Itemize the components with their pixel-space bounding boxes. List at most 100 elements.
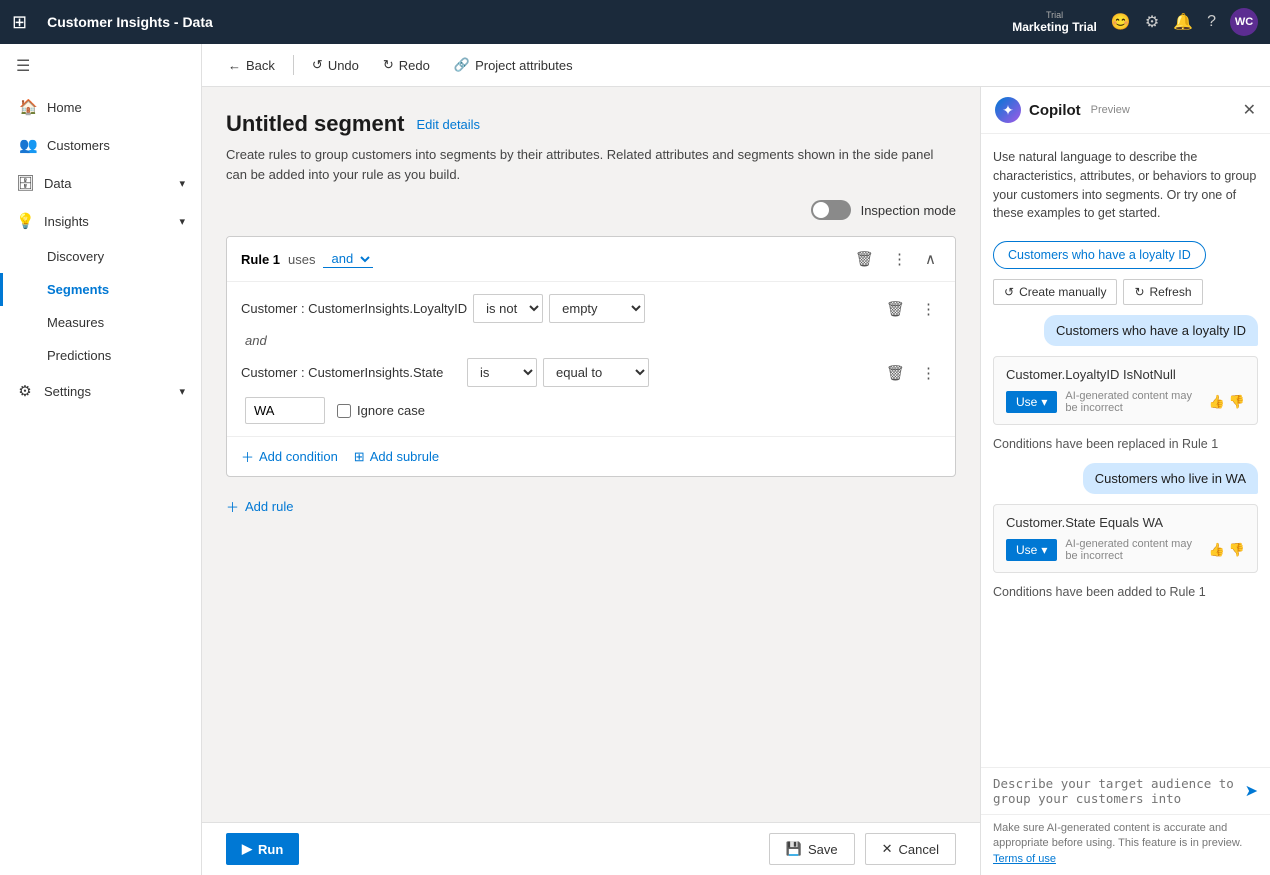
sidebar-item-label: Home bbox=[47, 100, 82, 115]
condition-operator-1[interactable]: is not is bbox=[473, 294, 543, 323]
customers-icon: 👥 bbox=[19, 136, 37, 154]
grid-icon[interactable]: ⊞ bbox=[12, 12, 27, 33]
ignore-case-label: Ignore case bbox=[357, 403, 425, 418]
emoji-icon[interactable]: 😊 bbox=[1111, 12, 1131, 32]
add-rule-icon: ＋ bbox=[226, 497, 239, 516]
condition-value-type-2[interactable]: equal to not equal to bbox=[543, 358, 649, 387]
thumbs-down-button-2[interactable]: 👎 bbox=[1229, 542, 1245, 558]
thumbs-up-button-2[interactable]: 👍 bbox=[1209, 542, 1225, 558]
avatar[interactable]: WC bbox=[1230, 8, 1258, 36]
sidebar-menu-icon[interactable]: ☰ bbox=[0, 44, 201, 88]
condition-more-button-1[interactable]: ⋮ bbox=[916, 297, 941, 321]
sidebar-item-discovery[interactable]: Discovery bbox=[0, 240, 201, 273]
add-subrule-button[interactable]: ⊞ Add subrule bbox=[354, 449, 439, 465]
sidebar-item-insights[interactable]: 💡 Insights ▾ bbox=[0, 202, 201, 240]
condition-more-button-2[interactable]: ⋮ bbox=[916, 361, 941, 385]
edit-details-link[interactable]: Edit details bbox=[416, 117, 480, 132]
sidebar-item-segments[interactable]: Segments bbox=[0, 273, 201, 306]
notification-icon[interactable]: 🔔 bbox=[1173, 12, 1193, 32]
redo-button[interactable]: ↻ Redo bbox=[373, 52, 440, 78]
top-nav: ⊞ Customer Insights - Data Trial Marketi… bbox=[0, 0, 1270, 44]
rule-body: Customer : CustomerInsights.LoyaltyID is… bbox=[227, 282, 955, 436]
trial-badge: Trial Marketing Trial bbox=[1012, 10, 1097, 34]
condition-row-2: Customer : CustomerInsights.State is is … bbox=[241, 358, 941, 387]
sidebar-item-home[interactable]: 🏠 Home bbox=[0, 88, 201, 126]
ignore-case-checkbox[interactable] bbox=[337, 404, 351, 418]
use-button-2[interactable]: Use ▾ bbox=[1006, 539, 1057, 561]
condition-value-1[interactable]: empty not empty bbox=[549, 294, 645, 323]
segments-label: Segments bbox=[47, 282, 109, 297]
project-attributes-button[interactable]: 🔗 Project attributes bbox=[444, 52, 583, 78]
sidebar: ☰ 🏠 Home 👥 Customers 🗄 Data ▾ 💡 Insights… bbox=[0, 44, 202, 875]
copilot-close-button[interactable]: ✕ bbox=[1243, 100, 1256, 120]
redo-icon: ↻ bbox=[383, 57, 394, 73]
condition-operator-2[interactable]: is is not bbox=[467, 358, 537, 387]
rule-box: Rule 1 uses and or 🗑 ⋮ ∧ bbox=[226, 236, 956, 477]
add-subrule-icon: ⊞ bbox=[354, 449, 365, 465]
sidebar-item-label: Settings bbox=[44, 384, 91, 399]
undo-button[interactable]: ↺ Undo bbox=[302, 52, 369, 78]
add-condition-icon: ＋ bbox=[241, 447, 254, 466]
sidebar-item-customers[interactable]: 👥 Customers bbox=[0, 126, 201, 164]
sidebar-item-data[interactable]: 🗄 Data ▾ bbox=[0, 164, 201, 202]
save-icon: 💾 bbox=[786, 841, 802, 857]
copilot-input[interactable] bbox=[993, 776, 1239, 806]
toggle-knob bbox=[813, 202, 829, 218]
chat-user-msg-1: Customers who have a loyalty ID bbox=[1044, 315, 1258, 346]
cancel-button[interactable]: ✕ Cancel bbox=[865, 833, 956, 865]
rule-collapse-button[interactable]: ∧ bbox=[920, 247, 941, 271]
app-title: Customer Insights - Data bbox=[47, 14, 1000, 30]
thumbs-up-button-1[interactable]: 👍 bbox=[1209, 394, 1225, 410]
condition-actions-2: 🗑 ⋮ bbox=[881, 361, 941, 385]
copilot-logo: ✦ bbox=[995, 97, 1021, 123]
condition-delete-button-1[interactable]: 🗑 bbox=[881, 297, 910, 321]
settings-icon: ⚙ bbox=[16, 382, 34, 400]
sidebar-item-settings[interactable]: ⚙ Settings ▾ bbox=[0, 372, 201, 410]
run-button[interactable]: ▶ Run bbox=[226, 833, 299, 865]
add-rule-row: ＋ Add rule bbox=[226, 493, 956, 520]
copilot-disclaimer: Make sure AI-generated content is accura… bbox=[981, 815, 1270, 875]
add-rule-button[interactable]: ＋ Add rule bbox=[226, 493, 293, 520]
copilot-send-button[interactable]: ➤ bbox=[1245, 781, 1258, 801]
rule-more-button[interactable]: ⋮ bbox=[887, 247, 912, 271]
page-title: Untitled segment bbox=[226, 111, 404, 137]
sidebar-item-measures[interactable]: Measures bbox=[0, 306, 201, 339]
rule-delete-button[interactable]: 🗑 bbox=[850, 247, 879, 271]
inspection-mode-toggle[interactable] bbox=[811, 200, 851, 220]
condition-delete-button-2[interactable]: 🗑 bbox=[881, 361, 910, 385]
page-title-row: Untitled segment Edit details bbox=[226, 111, 956, 137]
copilot-status-msg-1: Conditions have been replaced in Rule 1 bbox=[993, 435, 1258, 453]
terms-of-use-link[interactable]: Terms of use bbox=[993, 853, 1056, 865]
copilot-preview-label: Preview bbox=[1091, 104, 1130, 116]
create-manually-button[interactable]: ↺ Create manually bbox=[993, 279, 1117, 305]
copilot-footer: ➤ Make sure AI-generated content is accu… bbox=[981, 767, 1270, 875]
add-condition-button[interactable]: ＋ Add condition bbox=[241, 447, 338, 466]
save-button[interactable]: 💾 Save bbox=[769, 833, 855, 865]
ignore-case-row: Ignore case bbox=[337, 403, 425, 418]
insights-icon: 💡 bbox=[16, 212, 34, 230]
rule-footer: ＋ Add condition ⊞ Add subrule bbox=[227, 436, 955, 476]
help-icon[interactable]: ? bbox=[1207, 13, 1216, 31]
copilot-initial-suggestion[interactable]: Customers who have a loyalty ID bbox=[993, 241, 1206, 269]
copilot-suggestion-card-1: Customer.LoyaltyID IsNotNull Use ▾ AI-ge… bbox=[993, 356, 1258, 425]
rule-uses-label: uses bbox=[288, 252, 315, 267]
create-manually-label: Create manually bbox=[1019, 285, 1106, 299]
sidebar-item-predictions[interactable]: Predictions bbox=[0, 339, 201, 372]
toolbar: ← Back ↺ Undo ↻ Redo 🔗 Project attribute… bbox=[202, 44, 1270, 87]
refresh-button[interactable]: ↻ Refresh bbox=[1123, 279, 1202, 305]
suggestion-code-2: Customer.State Equals WA bbox=[1006, 515, 1245, 530]
thumbs-down-button-1[interactable]: 👎 bbox=[1229, 394, 1245, 410]
project-icon: 🔗 bbox=[454, 57, 470, 73]
use-button-1[interactable]: Use ▾ bbox=[1006, 391, 1057, 413]
sidebar-item-label: Insights bbox=[44, 214, 89, 229]
ai-notice-1: AI-generated content may be incorrect bbox=[1065, 390, 1200, 414]
condition-value-input[interactable] bbox=[245, 397, 325, 424]
feedback-icons-1: 👍 👎 bbox=[1209, 394, 1245, 410]
settings-icon[interactable]: ⚙ bbox=[1145, 12, 1159, 32]
inspection-mode-row: Inspection mode bbox=[226, 200, 956, 220]
page-header: Untitled segment Edit details Create rul… bbox=[226, 111, 956, 184]
refresh-label: Refresh bbox=[1150, 285, 1192, 299]
condition-actions-1: 🗑 ⋮ bbox=[881, 297, 941, 321]
rule-operator-select[interactable]: and or bbox=[323, 250, 373, 268]
back-button[interactable]: ← Back bbox=[218, 53, 285, 78]
